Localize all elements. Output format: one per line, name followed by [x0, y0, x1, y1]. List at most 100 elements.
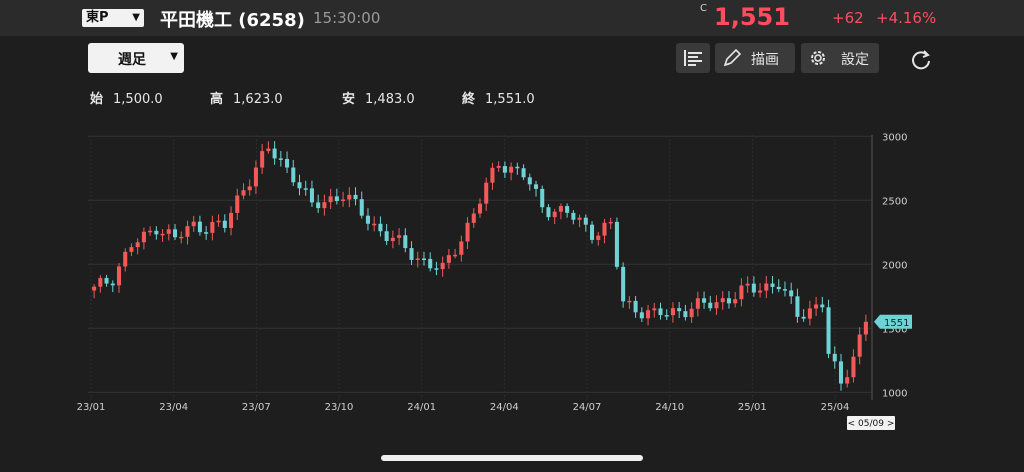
candle-body	[782, 289, 787, 291]
ohlc-open: 始 1,500.0	[90, 88, 163, 107]
candle-body	[764, 283, 769, 291]
candle-body	[341, 199, 346, 202]
candle-body	[801, 316, 806, 319]
x-tick-label: 23/04	[159, 402, 188, 413]
price-flag: C	[700, 3, 707, 14]
candle-body	[546, 207, 551, 218]
candle-body	[353, 194, 358, 200]
candle-body	[197, 221, 202, 233]
gear-icon	[811, 51, 825, 65]
refresh-icon[interactable]	[908, 47, 934, 73]
candle-body	[210, 222, 215, 233]
candle-body	[807, 308, 812, 319]
candle-body	[459, 241, 464, 255]
candle-body	[415, 258, 420, 261]
ohlc-close: 終 1,551.0	[462, 88, 535, 107]
x-tick-label: 24/01	[407, 402, 436, 413]
candle-body	[677, 308, 682, 312]
candle-body	[241, 190, 246, 196]
y-tick-label: 2000	[882, 260, 907, 271]
candle-body	[751, 283, 756, 293]
candle-body	[857, 334, 862, 357]
settings-button[interactable]: 設定	[801, 43, 879, 73]
candle-body	[583, 217, 588, 225]
candle-body	[502, 166, 507, 173]
x-tick-label: 25/01	[738, 402, 767, 413]
draw-label: 描画	[751, 52, 779, 68]
candle-body	[683, 311, 688, 318]
candle-body	[664, 315, 669, 317]
candle-body	[558, 206, 563, 212]
candle-body	[851, 356, 856, 378]
candle-body	[552, 211, 557, 218]
candle-body	[714, 302, 719, 309]
candle-body	[92, 286, 97, 291]
list-icon	[684, 50, 702, 66]
candle-body	[303, 188, 308, 190]
low-value: 1,483.0	[365, 92, 415, 107]
high-value: 1,623.0	[233, 92, 283, 107]
candle-body	[185, 226, 190, 237]
candle-body	[863, 321, 868, 335]
candle-body	[614, 221, 619, 267]
candle-body	[409, 248, 414, 260]
settings-label: 設定	[841, 52, 869, 68]
current-price-label: 1551	[884, 318, 909, 329]
market-select[interactable]: 東P ▼	[82, 9, 144, 27]
candle-body	[658, 308, 663, 316]
candle-body	[789, 290, 794, 297]
candle-body	[440, 262, 445, 270]
candle-body	[509, 166, 514, 173]
draw-button[interactable]: 描画	[715, 43, 795, 73]
quote-time: 15:30:00	[313, 9, 381, 27]
candle-body	[365, 215, 370, 224]
candle-body	[166, 229, 171, 234]
candle-body	[191, 221, 196, 227]
candle-body	[838, 361, 844, 384]
candle-body	[577, 217, 582, 220]
candle-body	[726, 298, 731, 304]
candle-body	[372, 223, 377, 226]
low-label: 安	[342, 92, 356, 107]
candle-body	[116, 266, 122, 286]
candle-body	[527, 177, 532, 185]
period-select[interactable]: 週足 ▼	[88, 43, 184, 73]
candle-body	[832, 353, 837, 362]
candle-body	[359, 199, 364, 216]
date-marker-label: < 05/09 >	[848, 419, 895, 429]
x-tick-label: 24/04	[490, 402, 519, 413]
candlestick-chart[interactable]: 1000150020002500300023/01 23/04 23/07 23/10…	[0, 120, 1024, 440]
candle-body	[496, 166, 501, 168]
candle-body	[204, 232, 209, 234]
candle-body	[384, 231, 389, 242]
candle-body	[477, 203, 483, 214]
home-indicator	[381, 455, 643, 461]
candle-body	[702, 298, 707, 303]
candle-body	[533, 184, 539, 189]
candle-body	[222, 220, 227, 228]
ohlc-high: 高 1,623.0	[210, 88, 283, 107]
candle-body	[820, 304, 825, 308]
close-label: 終	[462, 92, 476, 107]
candle-body	[316, 202, 321, 209]
candle-body	[309, 188, 314, 203]
candle-body	[291, 167, 296, 183]
candle-body	[123, 251, 128, 267]
chevron-down-icon: ▼	[132, 12, 140, 23]
candle-body	[720, 298, 725, 303]
candle-body	[758, 290, 763, 293]
candle-body	[633, 300, 638, 313]
candle-body	[596, 235, 601, 240]
market-label: 東P	[86, 10, 109, 25]
candle-body	[484, 182, 489, 204]
pencil-icon	[723, 48, 742, 67]
candle-body	[216, 220, 221, 223]
candle-body	[322, 202, 327, 209]
candle-body	[540, 188, 545, 208]
candle-body	[98, 277, 103, 287]
candle-body	[733, 299, 738, 304]
indicator-list-button[interactable]	[676, 43, 710, 73]
open-label: 始	[90, 92, 104, 107]
header-bar: 東P ▼ 平田機工 (6258) 15:30:00 C 1,551 +62 +4…	[0, 0, 1024, 36]
x-tick-label: 25/04	[821, 402, 850, 413]
